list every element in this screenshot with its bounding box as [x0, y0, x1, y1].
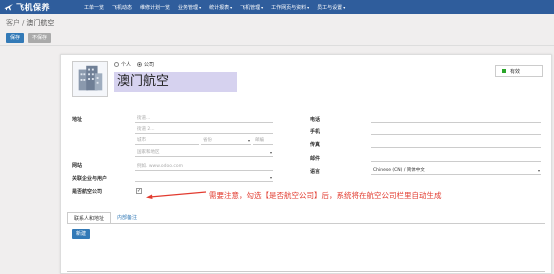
top-navbar: 飞机保养 工单一览 飞机动态 维修计划一览 业务管理▾ 统计报表▾ 飞机管理▾ 工作网页与资…	[0, 0, 554, 14]
website-label: 网站	[72, 163, 83, 169]
menu-item[interactable]: 维修计划一览	[136, 4, 174, 11]
breadcrumb-current: 澳门航空	[26, 19, 55, 27]
fax-input[interactable]	[371, 140, 541, 148]
annotation-text: 需要注意，勾选【是否航空公司】后，系统将在航空公司栏里自动生成	[209, 191, 442, 200]
caret-down-icon: ▾	[343, 4, 346, 10]
menu-item-label: 工单一览	[84, 4, 105, 11]
city-input[interactable]: 城市	[135, 137, 199, 145]
phone-input[interactable]	[371, 115, 541, 123]
bottom-divider	[67, 271, 545, 272]
is-airline-label: 是否航空公司	[72, 189, 103, 195]
language-select[interactable]: Chinese (CN) / 简体中文 ▾	[371, 167, 541, 175]
active-label: 有效	[510, 68, 521, 75]
menu-item[interactable]: 统计报表▾	[205, 4, 236, 11]
menu-item[interactable]: 飞机动态	[108, 4, 136, 11]
chevron-down-icon: ▾	[247, 138, 250, 143]
related-user-select[interactable]: ▾	[135, 174, 273, 182]
breadcrumb: 客户 / 澳门航空	[6, 18, 54, 28]
menu-item-label: 飞机管理	[240, 4, 261, 11]
tab-divider	[67, 223, 545, 224]
menu-item-label: 业务管理	[178, 4, 199, 11]
control-panel: 客户 / 澳门航空 保存 不保存	[0, 14, 554, 46]
mobile-label: 手机	[310, 129, 321, 135]
active-status-icon	[502, 69, 506, 73]
menu-item-label: 员工与设置	[317, 4, 343, 11]
airplane-logo-icon	[4, 4, 13, 11]
radio-person[interactable]	[114, 62, 119, 67]
radio-person-label: 个人	[121, 62, 132, 68]
zip-input[interactable]: 邮编	[253, 137, 273, 145]
chevron-down-icon: ▾	[269, 150, 272, 155]
caret-down-icon: ▾	[199, 4, 202, 10]
street2-input[interactable]: 街道 2...	[135, 126, 273, 134]
brand-title: 飞机保养	[16, 2, 50, 12]
checkmark-icon: ✓	[137, 188, 142, 194]
chevron-down-icon: ▾	[537, 168, 540, 173]
chevron-down-icon: ▾	[269, 175, 272, 180]
brand[interactable]: 飞机保养	[0, 2, 80, 13]
caret-down-icon: ▾	[261, 4, 264, 10]
add-contact-button[interactable]: 新建	[72, 229, 91, 239]
state-placeholder: 省份	[203, 138, 212, 143]
menu-item[interactable]: 员工与设置▾	[313, 4, 349, 11]
annotation-arrow-icon	[146, 191, 207, 199]
caret-down-icon: ▾	[230, 4, 233, 10]
radio-company[interactable]	[137, 62, 143, 67]
country-select[interactable]: 国家和地区 ▾	[135, 149, 273, 157]
company-avatar-image[interactable]	[72, 61, 108, 97]
country-placeholder: 国家和地区	[137, 150, 160, 155]
form-sheet: 个人 公司 澳门航空 有效 地址 街道... 街道 2... 城市 省份 ▾ 邮…	[60, 54, 552, 274]
menu-item-label: 工作网页与资料	[271, 4, 307, 11]
state-select[interactable]: 省份 ▾	[201, 137, 251, 145]
company-name-input[interactable]: 澳门航空	[114, 72, 237, 92]
language-value: Chinese (CN) / 简体中文	[373, 168, 425, 173]
menu-item[interactable]: 业务管理▾	[174, 4, 205, 11]
menu-item-label: 维修计划一览	[140, 4, 171, 11]
email-label: 邮件	[310, 156, 321, 162]
menu-item-label: 统计报表	[209, 4, 230, 11]
discard-button[interactable]: 不保存	[28, 33, 52, 43]
active-toggle-button[interactable]: 有效	[495, 65, 543, 77]
menu-item[interactable]: 工作网页与资料▾	[267, 4, 313, 11]
menu-item-label: 飞机动态	[112, 4, 133, 11]
radio-company-label: 公司	[144, 62, 155, 68]
fax-label: 传真	[310, 142, 321, 148]
caret-down-icon: ▾	[307, 4, 310, 10]
mobile-input[interactable]	[371, 127, 541, 135]
menu-item[interactable]: 工单一览	[80, 4, 108, 11]
address-label: 地址	[72, 117, 83, 123]
save-button[interactable]: 保存	[6, 33, 25, 43]
main-menu: 工单一览 飞机动态 维修计划一览 业务管理▾ 统计报表▾ 飞机管理▾ 工作网页与资料▾ 员工与…	[80, 0, 349, 14]
street-input[interactable]: 街道...	[135, 115, 273, 123]
breadcrumb-separator: /	[22, 19, 25, 27]
related-user-label: 关联企业与用户	[72, 176, 108, 182]
email-input[interactable]	[371, 154, 541, 162]
breadcrumb-parent-link[interactable]: 客户	[6, 19, 20, 27]
menu-item[interactable]: 飞机管理▾	[236, 4, 267, 11]
phone-label: 电话	[310, 117, 321, 123]
company-type-selector: 个人 公司	[114, 61, 160, 68]
is-airline-checkbox[interactable]: ✓	[136, 188, 142, 194]
website-input[interactable]: 例如. www.odoo.com	[135, 163, 273, 171]
language-label: 语言	[310, 169, 321, 175]
